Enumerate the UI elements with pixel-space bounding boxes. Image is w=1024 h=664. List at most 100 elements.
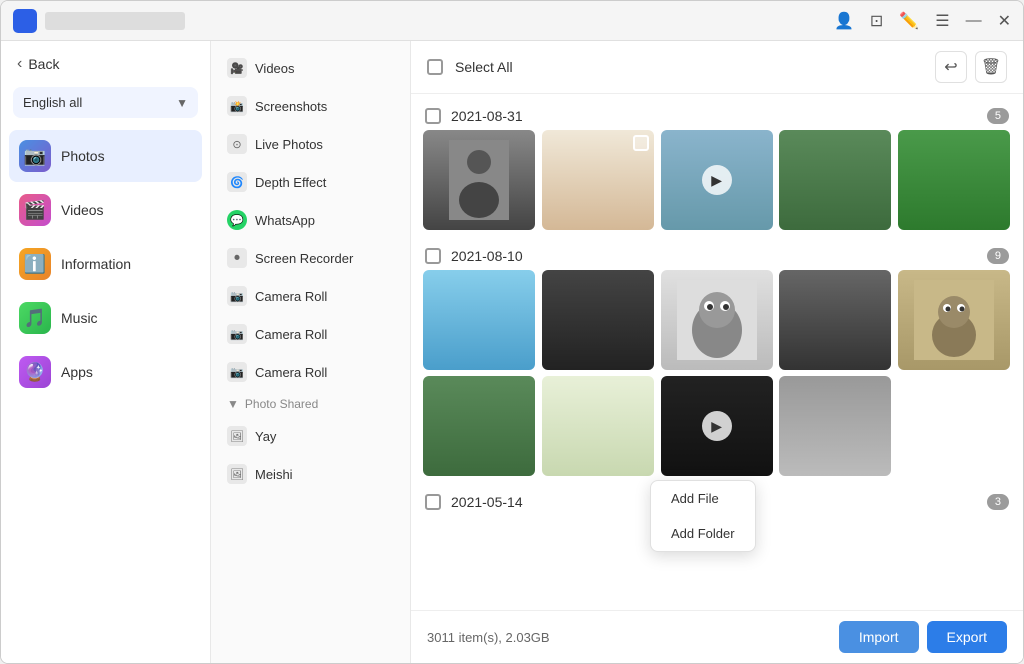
window-icon[interactable]: ⊡ — [870, 11, 883, 31]
yay-icon: 🖼 — [227, 426, 247, 446]
middle-panel: 🎥 Videos 📸 Screenshots ⊙ Live Photos 🌀 D… — [211, 41, 411, 663]
sidebar: ‹ Back English all ▼ 📷 Photos 🎬 Videos ℹ… — [1, 41, 211, 663]
undo-button[interactable]: ↩ — [935, 51, 967, 83]
middle-meishi-label: Meishi — [255, 467, 293, 482]
photo-checkbox[interactable] — [633, 135, 649, 151]
middle-screenshots-label: Screenshots — [255, 99, 327, 114]
photo-shared-header[interactable]: ▼ Photo Shared — [211, 391, 410, 417]
photo-thumb[interactable] — [779, 130, 891, 230]
photo-thumb[interactable] — [542, 376, 654, 476]
photo-thumb[interactable] — [898, 130, 1010, 230]
minimize-button[interactable]: — — [966, 12, 982, 30]
middle-item-yay[interactable]: 🖼 Yay — [211, 417, 410, 455]
middle-videos-label: Videos — [255, 61, 295, 76]
middle-item-live-photos[interactable]: ⊙ Live Photos — [211, 125, 410, 163]
main-content: Select All ↩ 🗑 2021-08-31 — [411, 41, 1023, 663]
date-label-2: 2021-08-10 — [451, 248, 977, 264]
photo-thumb[interactable] — [779, 270, 891, 370]
delete-button[interactable]: 🗑 — [975, 51, 1007, 83]
date-count-2: 9 — [987, 248, 1009, 264]
photo-thumb[interactable] — [423, 376, 535, 476]
apps-icon: 🔮 — [19, 356, 51, 388]
collapse-icon: ▼ — [227, 397, 239, 411]
photo-thumb[interactable] — [898, 270, 1010, 370]
middle-item-camera-roll-1[interactable]: 📷 Camera Roll — [211, 277, 410, 315]
context-menu-add-file[interactable]: Add File — [651, 481, 755, 516]
content-area: ‹ Back English all ▼ 📷 Photos 🎬 Videos ℹ… — [1, 41, 1023, 663]
meishi-icon: 🖼 — [227, 464, 247, 484]
middle-item-camera-roll-3[interactable]: 📷 Camera Roll — [211, 353, 410, 391]
menu-icon[interactable]: ☰ — [935, 11, 949, 31]
photo-thumb[interactable]: ▶ — [661, 130, 773, 230]
bottom-bar: 3011 item(s), 2.03GB Import Export — [411, 610, 1023, 663]
select-all-label: Select All — [455, 59, 513, 75]
middle-item-camera-roll-2[interactable]: 📷 Camera Roll — [211, 315, 410, 353]
middle-item-meishi[interactable]: 🖼 Meishi — [211, 455, 410, 493]
import-button[interactable]: Import — [839, 621, 919, 653]
middle-yay-label: Yay — [255, 429, 276, 444]
middle-whatsapp-label: WhatsApp — [255, 213, 315, 228]
middle-depth-label: Depth Effect — [255, 175, 326, 190]
middle-item-screen-recorder[interactable]: ⏺ Screen Recorder — [211, 239, 410, 277]
photo-thumb[interactable] — [542, 130, 654, 230]
device-selector[interactable]: English all ▼ — [13, 87, 198, 118]
videos-folder-icon: 🎥 — [227, 58, 247, 78]
date-group-checkbox-2[interactable] — [425, 248, 441, 264]
totoro-art — [898, 270, 1010, 370]
play-button[interactable]: ▶ — [702, 165, 732, 195]
sidebar-item-videos[interactable]: 🎬 Videos — [9, 184, 202, 236]
middle-item-videos[interactable]: 🎥 Videos — [211, 49, 410, 87]
edit-icon[interactable]: ✏️ — [899, 11, 919, 31]
app-window: 👤 ⊡ ✏️ ☰ — ✕ ‹ Back English all ▼ 📷 Phot… — [0, 0, 1024, 664]
date-header-2: 2021-08-10 9 — [423, 242, 1011, 270]
photo-thumb[interactable] — [423, 270, 535, 370]
photos-row-2b: ▶ — [423, 376, 1011, 476]
toolbar-right: ↩ 🗑 — [935, 51, 1007, 83]
camera-roll-3-icon: 📷 — [227, 362, 247, 382]
app-title — [45, 12, 185, 30]
date-count-1: 5 — [987, 108, 1009, 124]
back-button[interactable]: ‹ Back — [1, 41, 210, 87]
depth-effect-icon: 🌀 — [227, 172, 247, 192]
photo-person — [423, 130, 535, 230]
close-button[interactable]: ✕ — [998, 11, 1011, 31]
music-icon: 🎵 — [19, 302, 51, 334]
middle-live-label: Live Photos — [255, 137, 323, 152]
photo-thumb[interactable] — [542, 270, 654, 370]
profile-icon[interactable]: 👤 — [834, 11, 854, 31]
context-menu-add-folder[interactable]: Add Folder — [651, 516, 755, 551]
date-count-3: 3 — [987, 494, 1009, 510]
middle-item-whatsapp[interactable]: 💬 WhatsApp — [211, 201, 410, 239]
date-group-2021-08-10: 2021-08-10 9 — [423, 242, 1011, 476]
dark-video: ▶ — [661, 376, 773, 476]
export-button[interactable]: Export — [927, 621, 1007, 653]
sidebar-item-music[interactable]: 🎵 Music — [9, 292, 202, 344]
middle-item-screenshots[interactable]: 📸 Screenshots — [211, 87, 410, 125]
sidebar-item-photos[interactable]: 📷 Photos — [9, 130, 202, 182]
main-toolbar: Select All ↩ 🗑 — [411, 41, 1023, 94]
photo-thumb[interactable] — [779, 376, 891, 476]
middle-camera1-label: Camera Roll — [255, 289, 327, 304]
photos-row-2a — [423, 270, 1011, 370]
date-header-1: 2021-08-31 5 — [423, 102, 1011, 130]
video-overlay: ▶ — [661, 130, 773, 230]
back-label: Back — [28, 56, 59, 72]
screen-recorder-icon: ⏺ — [227, 248, 247, 268]
select-all-checkbox[interactable] — [427, 59, 443, 75]
middle-item-depth-effect[interactable]: 🌀 Depth Effect — [211, 163, 410, 201]
photos-icon: 📷 — [19, 140, 51, 172]
item-count-label: 3011 item(s), 2.03GB — [427, 630, 550, 645]
app-icon — [13, 9, 37, 33]
sidebar-item-information[interactable]: ℹ️ Information — [9, 238, 202, 290]
sidebar-apps-label: Apps — [61, 364, 93, 380]
bottom-actions: Import Export — [839, 621, 1007, 653]
chevron-down-icon: ▼ — [176, 96, 188, 110]
sidebar-item-apps[interactable]: 🔮 Apps — [9, 346, 202, 398]
date-group-checkbox-3[interactable] — [425, 494, 441, 510]
photo-thumb[interactable] — [661, 270, 773, 370]
play-button[interactable]: ▶ — [702, 411, 732, 441]
date-group-checkbox-1[interactable] — [425, 108, 441, 124]
undo-icon: ↩ — [944, 57, 957, 77]
photo-thumb[interactable] — [423, 130, 535, 230]
photo-thumb[interactable]: ▶ — [661, 376, 773, 476]
